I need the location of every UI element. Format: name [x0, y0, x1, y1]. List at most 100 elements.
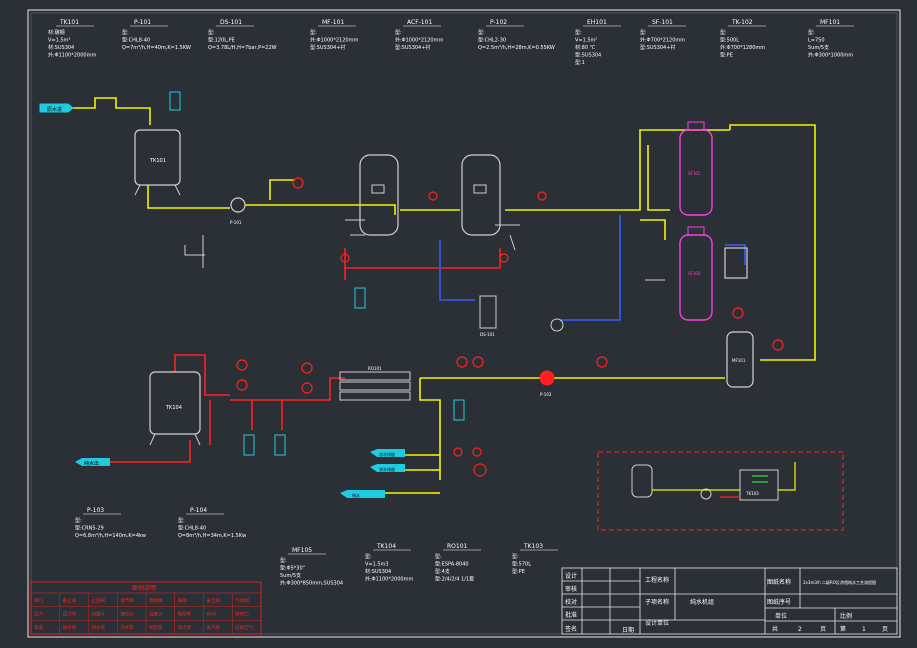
spec-line-1-0: 型: [122, 29, 129, 36]
spec-line-7-0: 型: [640, 29, 647, 36]
spec-line-12-2: 5um/5支 [280, 572, 301, 579]
legend-cell-2-3: 浓水管 [120, 624, 134, 631]
spec-line-6-4: 型:1 [575, 59, 585, 66]
spec-line-2-2: Q=3.78L/H,H=7bar,P=22W [208, 45, 277, 51]
pump-p103[interactable]: P-103 [539, 370, 555, 397]
spec-tag-8: TK-102 [731, 19, 753, 26]
pump-p101-label: P-101 [230, 220, 242, 225]
spec-tag-0: TK101 [59, 19, 79, 26]
spec-line-11-2: Q=8m³/h,H=34m,K=1.5Kw [178, 533, 246, 539]
spec-tag-7: SF-101 [652, 19, 673, 26]
softener-sf101[interactable]: SF101 [679, 121, 713, 216]
spec-line-1-1: 型:CHL8-40 [122, 37, 150, 44]
pure-water-label: 纯水出 [84, 460, 99, 467]
spec-line-3-1: 外:Φ1000*2120mm [310, 37, 358, 44]
spec-line-6-1: V=1.5m² [575, 38, 597, 44]
legend-cell-2-5: 排污管 [178, 624, 192, 631]
pump-p101[interactable]: P-101 [230, 197, 246, 225]
tank-tk103-label: TK103 [745, 491, 759, 496]
reject-label: 排水 [352, 492, 360, 498]
tb-page: 页 [820, 626, 826, 633]
cip-subsystem[interactable]: TK103 [597, 451, 844, 531]
spec-line-14-2: 型:4支 [435, 568, 450, 575]
spec-line-12-0: 型: [280, 557, 287, 564]
spec-line-4-1: 外:Φ1000*2120mm [395, 37, 443, 44]
spec-line-5-2: Q=2.5m³/h,H=28m,K=0.55KW [478, 45, 555, 51]
spec-line-5-1: 型:CHL2-30 [478, 37, 506, 44]
filter-acf101[interactable] [461, 154, 501, 236]
softener-sf102[interactable]: SF102 [679, 226, 713, 321]
softener-sf101-label: SF101 [688, 171, 701, 176]
spec-line-8-0: 型: [720, 29, 727, 36]
filter-mf101[interactable] [359, 154, 399, 236]
tb-sub-project-value: 纯水机组 [690, 598, 714, 606]
spec-line-0-3: 外:Φ1100*2000mm [48, 52, 96, 59]
spec-line-11-0: 型: [178, 517, 185, 524]
spec-line-14-3: 型:2/4/2/4 1/1套 [435, 576, 474, 583]
pump-p102[interactable] [550, 318, 564, 332]
legend-cell-1-7: 取样口 [235, 611, 249, 618]
spec-line-15-0: 型: [512, 553, 519, 560]
raw-water-label: 原水进 [47, 106, 62, 113]
tb-review: 审核 [565, 585, 577, 593]
legend-cell-2-2: 纯水管 [92, 624, 106, 631]
ro-membranes[interactable]: RO101 [339, 366, 411, 401]
legend-cell-0-5: 蝶阀 [178, 597, 187, 604]
piping-product [110, 248, 501, 463]
spec-line-15-2: 型:PE [512, 568, 525, 575]
tb-unit: 单位 [775, 612, 787, 620]
tank-tk104[interactable]: TK104 [149, 371, 201, 446]
legend-cell-0-3: 调节阀 [120, 597, 134, 604]
spec-line-8-1: 型:500L [720, 37, 739, 44]
spec-line-14-0: 型: [435, 553, 442, 560]
spec-line-0-2: 材:SUS304 [48, 44, 74, 51]
spec-tag-6: EH101 [587, 19, 607, 26]
tb-design: 设计 [565, 572, 577, 580]
tank-tk101-label: TK101 [149, 158, 166, 164]
tb-drawing-no: 图纸序号 [767, 598, 791, 606]
pump-p103-label: P-103 [540, 392, 552, 397]
legend-cell-0-0: 阀门 [34, 597, 43, 604]
spec-line-7-2: 型:SUS304+衬 [640, 44, 675, 51]
tb-sheet-value: 1 [862, 626, 866, 633]
spec-tag-2: DS-101 [220, 19, 242, 26]
legend-title: 图例说明 [132, 584, 156, 592]
legend-cell-1-3: 液位计 [120, 611, 134, 618]
concentrate-outlets[interactable]: 浓水排放 浓水排放 排水 [340, 449, 405, 498]
spec-line-15-1: 型:570L [512, 561, 531, 568]
legend-cell-1-1: 压力表 [63, 611, 77, 618]
spec-line-5-0: 型: [478, 29, 485, 36]
legend-cell-2-0: 管道 [34, 624, 43, 631]
tb-design-unit: 设计单位 [645, 619, 669, 627]
spec-tag-13: TK104 [376, 543, 396, 550]
tb-project-name: 工程名称 [645, 576, 669, 584]
tb-drawing-name: 图纸名称 [767, 578, 791, 586]
spec-line-1-2: Q=7m³/h,H=40m,K=1.5KW [122, 45, 191, 51]
spec-line-10-1: 型:CRN5-29 [75, 525, 104, 532]
spec-line-3-0: 型: [310, 29, 317, 36]
spec-line-11-1: 型:CHL8-40 [178, 525, 206, 532]
spec-line-4-2: 型:SUS304+衬 [395, 44, 430, 51]
tank-tk101[interactable]: TK101 [134, 129, 181, 196]
spec-line-13-2: 材:SUS304 [365, 568, 391, 575]
spec-line-13-3: 外:Φ1100*2000mm [365, 576, 413, 583]
dosing-unit-ds101[interactable]: DS-101 [479, 295, 497, 337]
spec-tag-14: RO101 [447, 543, 468, 550]
legend-cell-2-7: 压缩空气 [235, 624, 253, 631]
softener-sf102-label: SF102 [688, 271, 701, 276]
pure-water-outlet[interactable]: 纯水出 [75, 458, 110, 467]
spec-line-13-0: 型: [365, 553, 372, 560]
spec-tag-1: P-101 [134, 19, 151, 26]
cartridge-filter-mf101[interactable]: MF101 [726, 331, 754, 388]
legend-cell-0-7: 气动阀 [235, 597, 249, 604]
tb-approve: 批准 [565, 611, 577, 619]
spec-line-9-0: 型: [808, 29, 815, 36]
spec-line-6-0: 型: [575, 29, 582, 36]
legend-cell-2-4: 加药管 [149, 624, 163, 631]
tb-total: 共 [772, 625, 778, 633]
legend-cell-1-4: 温度计 [149, 611, 163, 618]
brine-tank[interactable] [724, 247, 748, 279]
spec-line-2-0: 型: [208, 29, 215, 36]
raw-water-inlet[interactable]: 原水进 [39, 103, 74, 113]
tb-total-value: 2 [798, 626, 802, 633]
